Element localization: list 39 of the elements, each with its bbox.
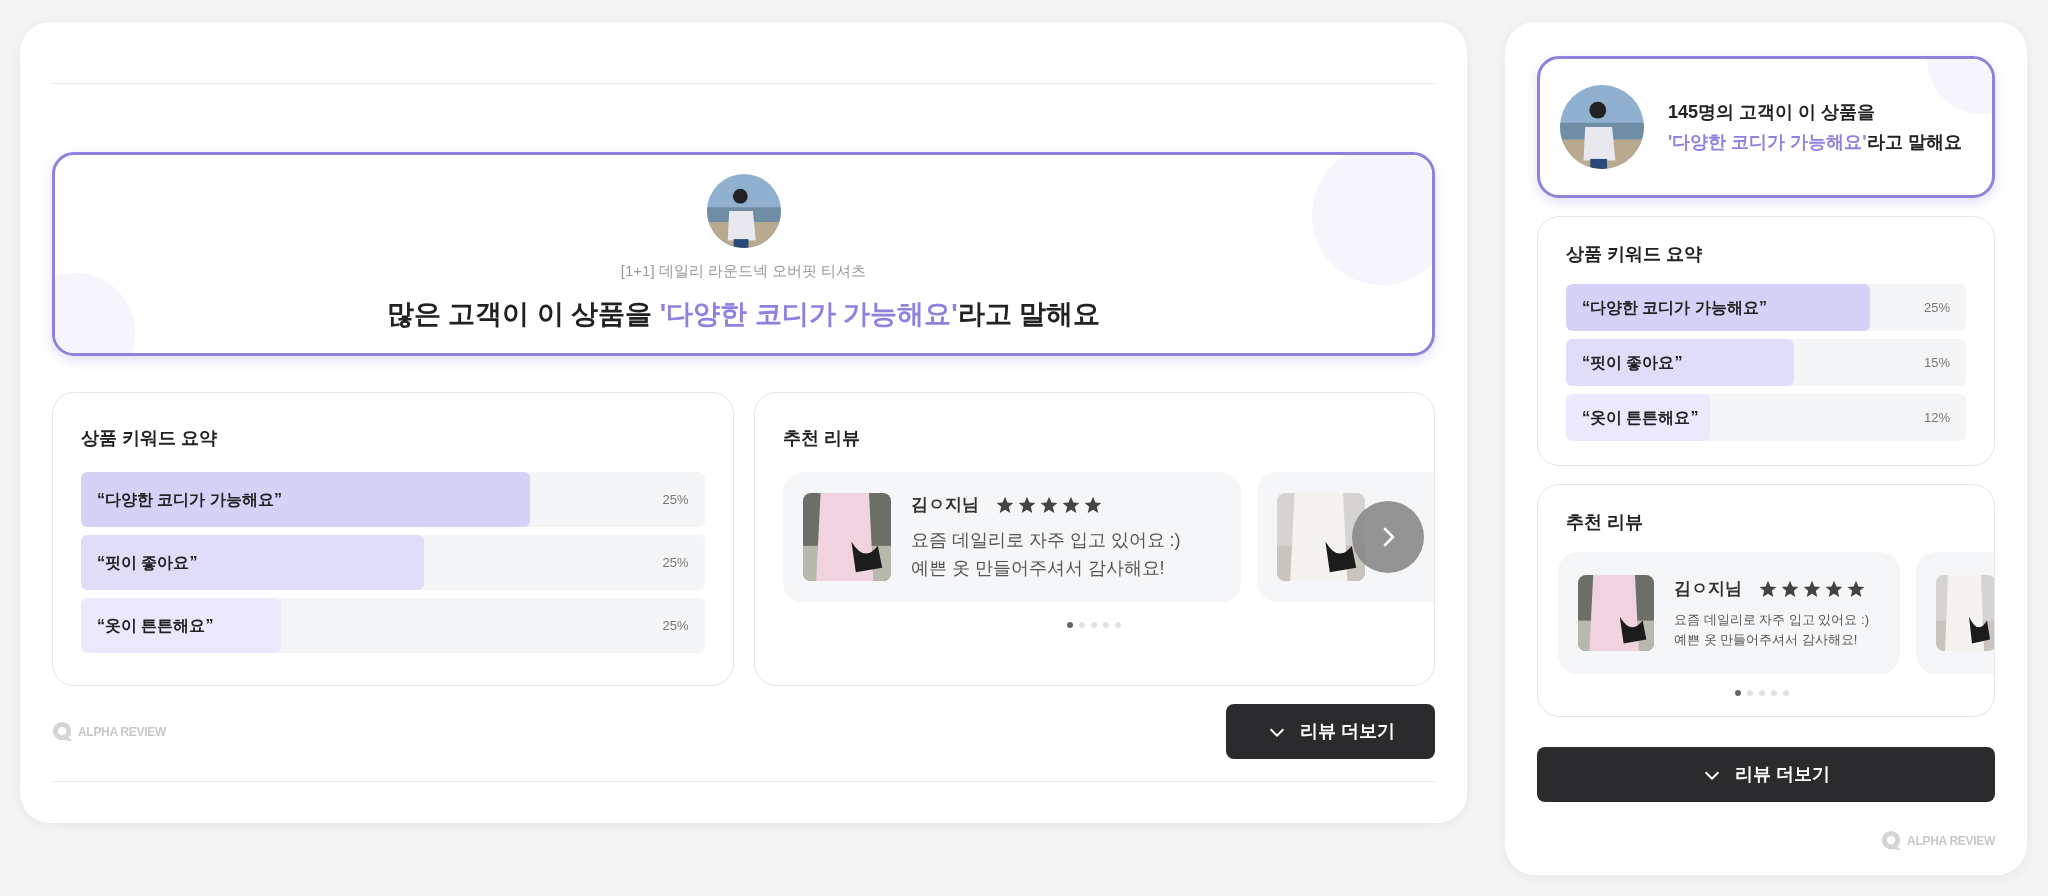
logo-icon xyxy=(1881,830,1904,852)
review-item[interactable]: 김ㅇ지님 요즘 데일리로 자주 입고 있어요 :) 예쁜 옷 만들어주셔서 감사해요! xyxy=(782,472,1241,602)
keyword-label: “옷이 튼튼해요” xyxy=(97,615,214,636)
product-name: [1+1] 데일리 라운드넥 오버핏 티셔츠 xyxy=(620,260,867,281)
card-title: 추천 리뷰 xyxy=(782,427,861,450)
summary-headline: 145명의 고객이 이 상품을 '다양한 코디가 가능해요'라고 말해요 xyxy=(1668,101,1962,154)
review-author: 김ㅇ지님 xyxy=(910,494,979,517)
keyword-label: “다양한 코디가 가능해요” xyxy=(97,489,282,510)
review-author: 김ㅇ지님 xyxy=(1674,578,1742,601)
keyword-label: “핏이 좋아요” xyxy=(1582,352,1683,373)
keyword-label: “옷이 튼튼해요” xyxy=(1582,407,1699,428)
review-text: 요즘 데일리로 자주 입고 있어요 :) 예쁜 옷 만들어주셔서 감사해요! xyxy=(910,528,1182,580)
card-title: 상품 키워드 요약 xyxy=(81,427,218,450)
star-icon xyxy=(1780,579,1800,599)
star-icon xyxy=(1082,495,1103,515)
review-item[interactable]: 김ㅇ지님 요즘 데일리로 자주 입고 있어요 :) 예쁜 옷 만들어주셔서 감사해요! xyxy=(1558,552,1900,674)
card-title: 추천 리뷰 xyxy=(1566,511,1644,534)
review-text: 요즘 데일리로 자주 입고 있어요 :) 예쁜 옷 만들어주셔서 감사해요! xyxy=(1674,610,1870,649)
star-icon xyxy=(1758,579,1778,599)
keyword-percent: 25% xyxy=(662,490,689,509)
keyword-percent: 12% xyxy=(1923,408,1950,427)
keyword-percent: 25% xyxy=(1923,298,1950,317)
keyword-percent: 25% xyxy=(662,616,689,635)
card-title: 상품 키워드 요약 xyxy=(1566,243,1703,266)
star-icon xyxy=(1016,495,1037,515)
keyword-label: “다양한 코디가 가능해요” xyxy=(1582,297,1767,318)
star-icon xyxy=(994,495,1015,515)
star-icon xyxy=(1846,579,1866,599)
keyword-percent: 15% xyxy=(1923,353,1950,372)
more-reviews-button[interactable]: 리뷰 더보기 xyxy=(1226,704,1435,759)
summary-headline: 많은 고객이 이 상품을 '다양한 코디가 가능해요'라고 말해요 xyxy=(386,298,1101,331)
keyword-percent: 25% xyxy=(662,553,689,572)
logo-icon xyxy=(52,720,74,743)
star-icon xyxy=(1060,495,1081,515)
more-reviews-button[interactable]: 리뷰 더보기 xyxy=(1537,747,1995,802)
star-icon xyxy=(1802,579,1822,599)
keyword-label: “핏이 좋아요” xyxy=(97,552,198,573)
star-icon xyxy=(1038,495,1059,515)
star-icon xyxy=(1824,579,1844,599)
